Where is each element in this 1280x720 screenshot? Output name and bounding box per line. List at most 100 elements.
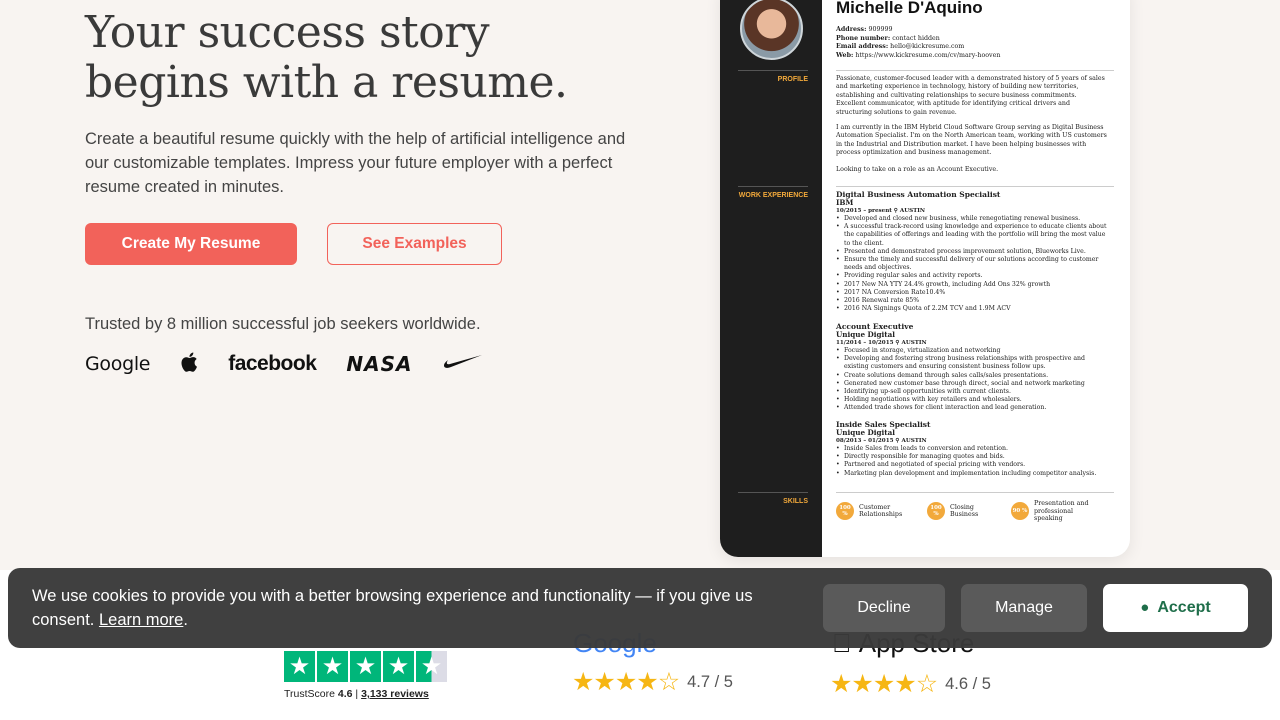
skill-percent: 100 %	[927, 502, 945, 521]
job-entry: Account Executive Unique Digital 11/2014…	[836, 323, 1108, 413]
job-bullet: Identifying up-sell opportunities with c…	[836, 388, 1108, 396]
google-rating: ★ ★ ★ ★ ☆ 4.7 / 5	[572, 670, 733, 695]
apple-icon	[180, 351, 198, 378]
phone-value: contact hidden	[892, 34, 940, 42]
facebook-logo: facebook	[228, 352, 317, 375]
job-company: IBM	[836, 198, 854, 207]
appstore-score: 4.6 / 5	[945, 675, 991, 693]
job-title: Digital Business Automation Specialist	[836, 190, 1001, 199]
star-icon: ★	[317, 651, 348, 682]
job-bullet: Partnered and negotiated of special pric…	[836, 461, 1108, 469]
job-bullet: Marketing plan development and implement…	[836, 470, 1108, 478]
skill-item: 90 % Presentation and professional speak…	[1011, 500, 1096, 523]
job-dates: 11/2014 – 10/2015 ⚲ AUSTIN	[836, 340, 927, 346]
trustpilot-reviews-link[interactable]: 3,133 reviews	[361, 688, 429, 700]
star-icon: ★	[872, 670, 896, 698]
resume-preview: PROFILE WORK EXPERIENCE SKILLS Michelle …	[720, 0, 1130, 557]
profile-photo	[740, 0, 803, 60]
cookie-banner: We use cookies to provide you with a bet…	[8, 568, 1272, 648]
job-bullet: Developing and fostering strong business…	[836, 355, 1108, 371]
skill-label: Customer Relationships	[859, 503, 903, 519]
job-bullet: Ensure the timely and successful deliver…	[836, 256, 1108, 272]
star-icon: ★	[636, 668, 659, 696]
google-logo: Google	[85, 353, 151, 375]
accept-button[interactable]: ● Accept	[1103, 584, 1248, 632]
create-resume-button[interactable]: Create My Resume	[85, 223, 297, 265]
job-bullet: Generated new customer base through dire…	[836, 380, 1108, 388]
job-bullet: 2016 NA Signings Quota of 2.2M TCV and 1…	[836, 305, 1108, 313]
manage-button[interactable]: Manage	[961, 584, 1087, 632]
trustpilot-separator: |	[355, 688, 359, 700]
web-value: https://www.kickresume.com/cv/mary-hoove…	[855, 51, 1001, 59]
profile-paragraph-1: Passionate, customer-focused leader with…	[836, 75, 1105, 116]
job-bullet: Directly responsible for managing quotes…	[836, 453, 1108, 461]
hero-headline: Your success story begins with a resume.	[85, 8, 568, 108]
hero-subtext: Create a beautiful resume quickly with t…	[85, 130, 626, 196]
job-dates: 08/2013 – 01/2015 ⚲ AUSTIN	[836, 438, 927, 444]
star-icon: ★	[851, 670, 874, 698]
star-icon: ★	[350, 651, 381, 682]
appstore-rating: ★ ★ ★ ★ ☆ 4.6 / 5	[830, 672, 991, 697]
star-half-icon: ☆	[657, 668, 681, 696]
address-label: Address:	[836, 26, 867, 33]
star-icon: ★	[614, 668, 638, 696]
partner-logos: Google facebook NASA	[85, 350, 513, 378]
learn-more-link[interactable]: Learn more	[99, 611, 183, 629]
trustpilot-stars: ★ ★ ★ ★ ★	[284, 651, 449, 682]
job-bullet: 2017 NA Conversion Rate10.4%	[836, 289, 1108, 297]
star-half-icon: ☆	[915, 670, 939, 698]
job-entry: Inside Sales Specialist Unique Digital 0…	[836, 421, 1108, 479]
headline-line-1: Your success story	[85, 7, 490, 58]
job-bullet: 2017 New NA YTY 24.4% growth, including …	[836, 281, 1108, 289]
cookie-period: .	[183, 611, 188, 629]
job-bullet: 2016 Renewal rate 85%	[836, 297, 1108, 305]
resume-divider	[836, 186, 1114, 187]
resume-contact: Address: 909999 Phone number: contact hi…	[836, 26, 1000, 60]
star-half-icon: ★	[416, 651, 447, 682]
job-bullet: Inside Sales from leads to conversion an…	[836, 445, 1108, 453]
web-label: Web:	[836, 51, 854, 59]
skill-percent: 90 %	[1011, 502, 1029, 521]
job-bullet: Focused in storage, virtualization and n…	[836, 347, 1108, 355]
skill-label: Closing Business	[950, 503, 979, 519]
star-icon: ★	[894, 670, 917, 698]
resume-name: Michelle D'Aquino	[836, 0, 983, 17]
resume-divider	[836, 70, 1114, 71]
nasa-logo: NASA	[346, 352, 413, 376]
job-bullet: Providing regular sales and activity rep…	[836, 272, 1108, 280]
resume-divider	[836, 492, 1114, 493]
see-examples-button[interactable]: See Examples	[327, 223, 502, 265]
star-icon: ★	[593, 668, 616, 696]
trusted-text: Trusted by 8 million successful job seek…	[85, 315, 481, 333]
star-icon: ★	[572, 668, 595, 696]
sidebar-divider	[738, 186, 808, 187]
job-bullet: Holding negotiations with key retailers …	[836, 396, 1108, 404]
phone-label: Phone number:	[836, 34, 891, 42]
decline-button[interactable]: Decline	[823, 584, 945, 632]
star-icon: ★	[284, 651, 315, 682]
job-dates: 10/2015 – present ⚲ AUSTIN	[836, 208, 926, 214]
address-value: 909999	[868, 26, 893, 33]
skills-section-label: SKILLS	[783, 498, 808, 505]
job-company: Unique Digital	[836, 428, 895, 437]
cookie-icon: ●	[1140, 599, 1150, 616]
sidebar-divider	[738, 70, 808, 71]
job-entry: Digital Business Automation Specialist I…	[836, 190, 1108, 314]
sidebar-divider	[738, 492, 808, 493]
work-section-label: WORK EXPERIENCE	[738, 192, 808, 199]
skill-label: Presentation and professional speaking	[1034, 500, 1089, 522]
email-value: hello@kickresume.com	[890, 43, 965, 50]
trustpilot-summary: TrustScore 4.6 | 3,133 reviews	[284, 688, 429, 700]
job-bullet: Attended trade shows for client interact…	[836, 404, 1108, 412]
nike-icon	[443, 354, 483, 375]
job-bullet: Presented and demonstrated process impro…	[836, 248, 1108, 256]
star-icon: ★	[830, 670, 853, 698]
google-score: 4.7 / 5	[687, 673, 733, 691]
accept-label: Accept	[1157, 599, 1211, 616]
skills-list: 100 % Customer Relationships 100 % Closi…	[836, 500, 1114, 523]
star-icon: ★	[383, 651, 414, 682]
profile-section-label: PROFILE	[777, 76, 808, 83]
job-bullet: A successful track-record using knowledg…	[836, 223, 1108, 248]
profile-paragraph-2: I am currently in the IBM Hybrid Cloud S…	[836, 124, 1107, 157]
trustscore-label: TrustScore	[284, 688, 335, 700]
